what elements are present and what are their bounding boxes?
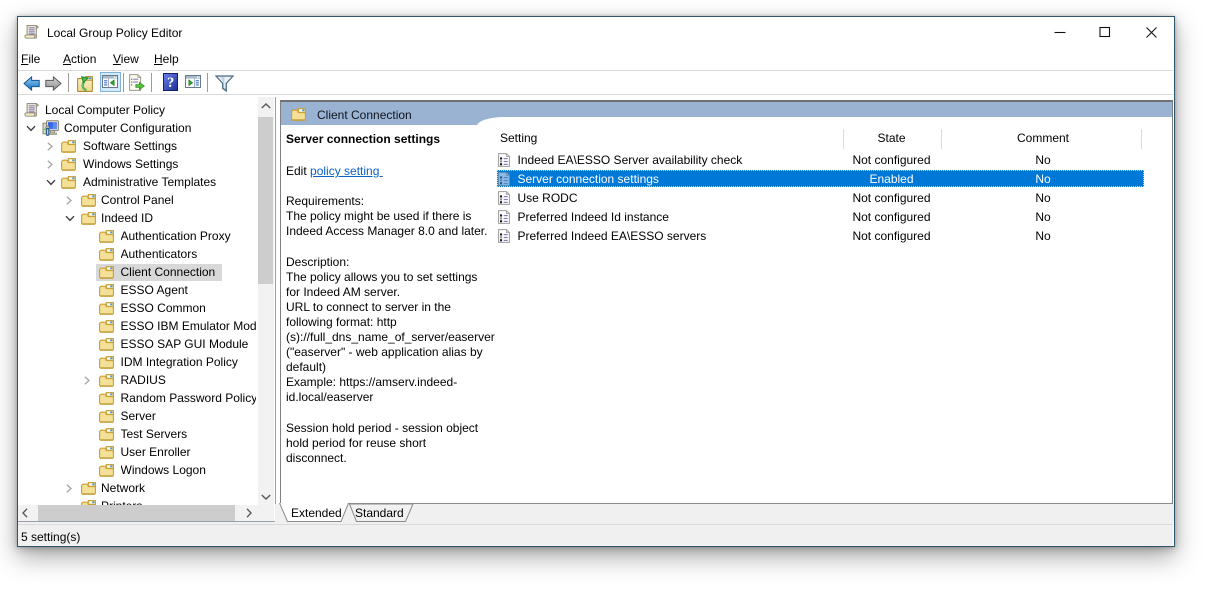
svg-text:?: ? [167, 74, 174, 90]
